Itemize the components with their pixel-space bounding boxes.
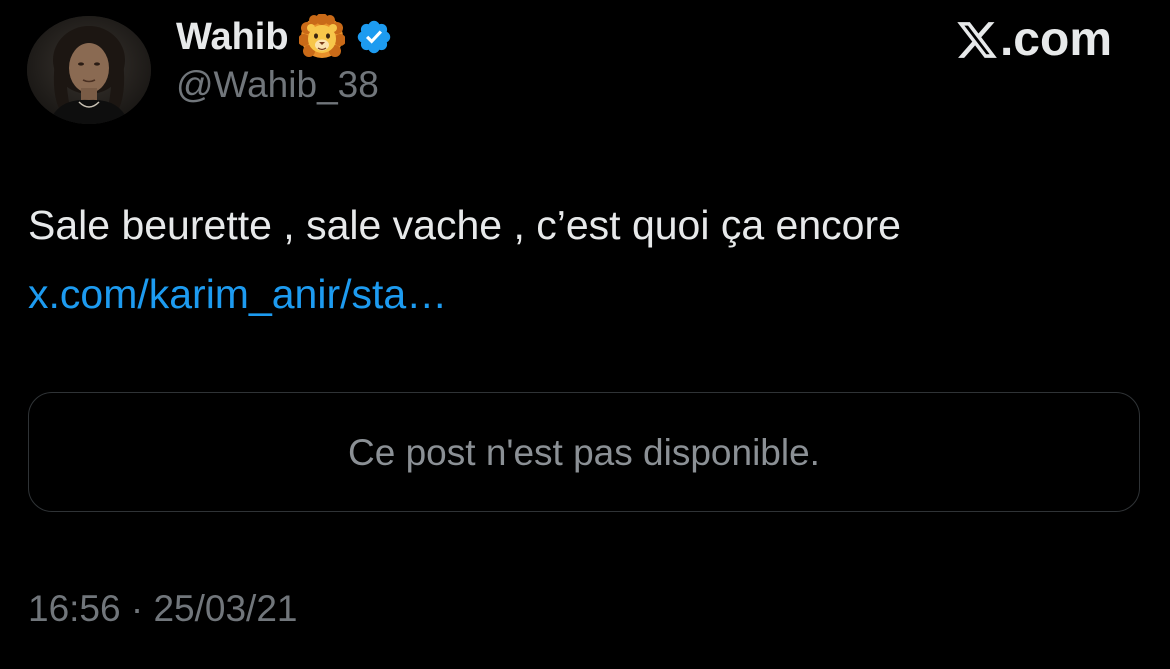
- unavailable-message: Ce post n'est pas disponible.: [348, 431, 820, 473]
- avatar[interactable]: [27, 16, 151, 124]
- post-text: Sale beurette , sale vache , c’est quoi …: [28, 202, 901, 248]
- quoted-post-card[interactable]: Ce post n'est pas disponible.: [28, 392, 1140, 512]
- post-timestamp[interactable]: 16:56 · 25/03/21: [28, 590, 298, 627]
- display-name[interactable]: Wahib: [176, 18, 289, 56]
- x-logo-icon: [955, 18, 999, 62]
- author-handle[interactable]: @Wahib_38: [176, 66, 379, 103]
- verified-badge-icon[interactable]: [355, 18, 393, 56]
- profile-photo: [27, 16, 151, 124]
- author-name-row[interactable]: Wahib: [176, 12, 393, 62]
- lion-face-icon: [298, 14, 345, 60]
- post-link[interactable]: x.com/karim_anir/sta…: [28, 271, 447, 317]
- brand-suffix: .com: [999, 13, 1112, 66]
- brand-watermark: .com: [955, 14, 1112, 66]
